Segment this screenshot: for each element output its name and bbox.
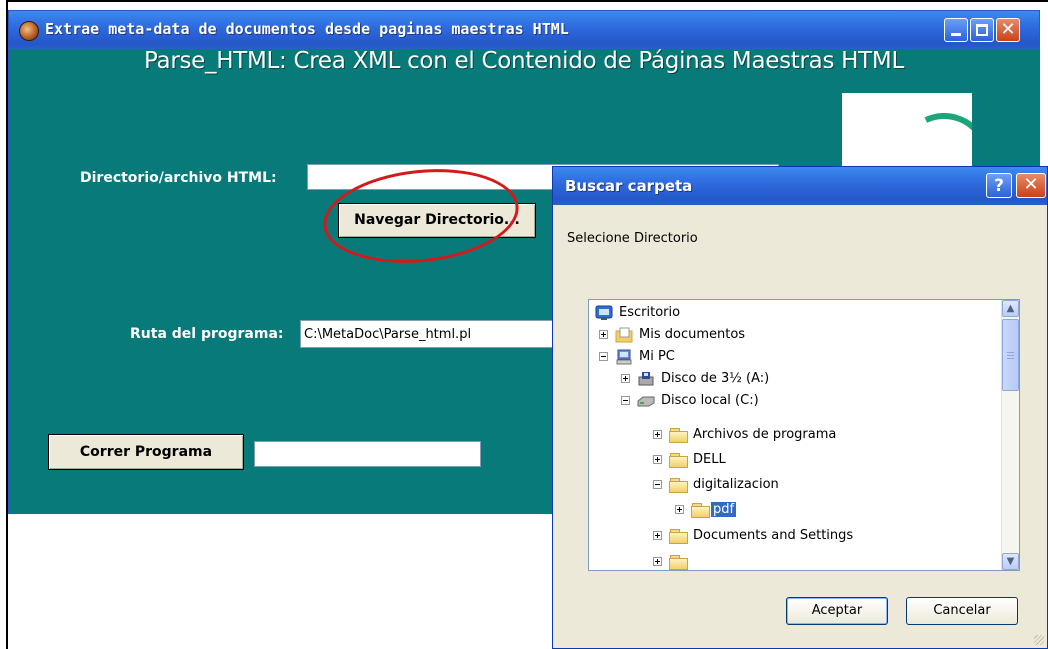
cancel-button[interactable]: Cancelar [906,597,1018,625]
collapse-minus-icon[interactable] [621,396,630,405]
close-button[interactable]: ✕ [996,18,1020,42]
maximize-button[interactable] [970,18,994,42]
folder-icon [669,528,689,544]
help-icon: ? [994,176,1004,196]
logo [842,93,972,173]
my-computer-icon [616,349,632,365]
window-title: Extrae meta-data de documentos desde pag… [45,20,569,38]
maximize-icon [976,24,988,36]
collapse-minus-icon[interactable] [653,480,662,489]
directory-label: Directorio/archivo HTML: [80,170,277,186]
close-icon: ✕ [1023,174,1039,195]
scroll-thumb[interactable] [1002,319,1019,391]
floppy-drive-icon [638,372,654,386]
folder-icon [669,477,689,493]
main-titlebar[interactable]: Extrae meta-data de documentos desde pag… [9,11,1039,49]
close-icon: ✕ [1000,19,1016,40]
run-program-button[interactable]: Correr Programa [48,434,244,470]
expand-plus-icon[interactable] [653,455,662,464]
dialog-title: Buscar carpeta [565,177,693,195]
folder-icon [669,427,689,443]
chevron-down-icon: ▼ [1006,556,1015,567]
page-heading: Parse_HTML: Crea XML con el Contenido de… [144,48,904,74]
folder-icon [669,452,689,468]
desktop-icon [595,305,613,320]
tree-item-label: Disco de 3½ (A:) [661,371,770,386]
logo-arc-icon [885,100,972,173]
minimize-icon [951,33,961,36]
dialog-close-button[interactable]: ✕ [1016,173,1046,198]
minimize-button[interactable] [944,18,968,42]
expand-plus-icon[interactable] [653,557,662,566]
expand-plus-icon[interactable] [621,374,630,383]
my-documents-icon [615,327,633,343]
folder-tree[interactable]: Escritorio Mis documentos Mi PC Disco de… [588,299,1020,571]
screenshot-frame-top [6,0,1048,2]
open-folder-icon [691,502,711,518]
folder-icon [669,554,689,570]
tree-item-label: digitalizacion [693,477,779,492]
tree-item-label: Escritorio [619,305,681,320]
expand-plus-icon[interactable] [599,330,608,339]
tree-item-label: Disco local (C:) [661,393,759,408]
program-path-input[interactable] [300,320,560,348]
expand-plus-icon[interactable] [675,505,684,514]
browse-folder-dialog: Buscar carpeta ? ✕ Selecione Directorio … [552,166,1048,649]
program-path-label: Ruta del programa: [130,326,284,342]
app-icon[interactable] [19,21,39,41]
tree-item-label-selected: pdf [711,502,737,517]
chevron-up-icon: ▲ [1006,303,1015,314]
tree-item-label: Mis documentos [639,327,746,342]
dialog-titlebar[interactable]: Buscar carpeta ? ✕ [553,167,1047,205]
expand-plus-icon[interactable] [653,531,662,540]
help-button[interactable]: ? [986,173,1012,198]
tree-item-label: Archivos de programa [693,427,837,442]
scroll-up-button[interactable]: ▲ [1002,300,1019,317]
hard-drive-icon [637,396,655,407]
scroll-down-button[interactable]: ▼ [1002,553,1019,570]
tree-item-label: Documents and Settings [693,528,854,543]
dialog-prompt: Selecione Directorio [567,231,698,246]
browse-directory-button[interactable]: Navegar Directorio... [338,203,536,238]
resize-grip-icon[interactable] [1034,635,1044,645]
collapse-minus-icon[interactable] [599,352,608,361]
run-status-field[interactable] [254,441,481,467]
tree-item-label: DELL [693,452,726,467]
ok-button[interactable]: Aceptar [786,597,888,625]
tree-scrollbar[interactable]: ▲ ▼ [1001,300,1019,570]
tree-item-label: Mi PC [639,349,675,364]
expand-plus-icon[interactable] [653,430,662,439]
